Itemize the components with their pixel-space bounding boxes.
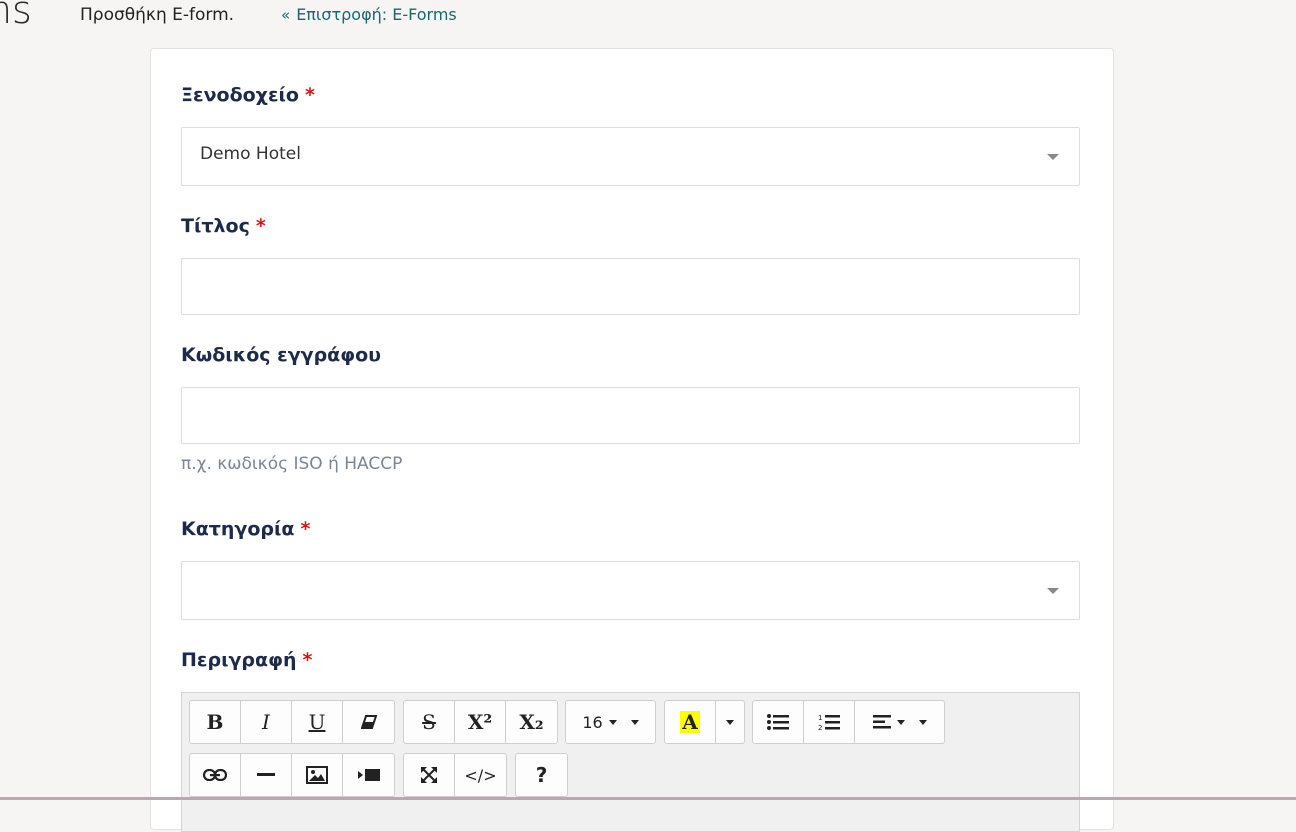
font-size-group: 16: [565, 700, 656, 744]
required-mark: *: [255, 215, 266, 237]
numbered-list-button[interactable]: 12: [804, 701, 855, 743]
title-input[interactable]: [181, 258, 1080, 315]
horizontal-rule-icon: [257, 773, 275, 776]
required-mark: *: [300, 518, 311, 540]
text-color-button[interactable]: A: [665, 701, 716, 743]
underline-button[interactable]: U: [292, 701, 343, 743]
font-size-value: 16: [582, 712, 603, 732]
svg-text:1: 1: [818, 714, 822, 722]
eraser-icon: [360, 715, 377, 729]
eraser-button[interactable]: [343, 701, 394, 743]
category-label: Κατηγορία *: [181, 518, 310, 540]
color-dropdown-button[interactable]: [716, 701, 744, 743]
bullet-list-button[interactable]: [753, 701, 804, 743]
link-icon: [203, 769, 227, 781]
page-header: rms Προσθήκη E-form. « Επιστροφή: E-Forms: [0, 0, 1296, 36]
hotel-label-text: Ξενοδοχείο: [181, 84, 299, 106]
image-icon: [306, 766, 328, 784]
back-link-label: Επιστροφή: E-Forms: [296, 5, 457, 24]
list-numbered-icon: 12: [818, 714, 840, 731]
category-select[interactable]: [181, 561, 1080, 620]
link-button[interactable]: [190, 754, 241, 796]
font-size-dropdown[interactable]: 16: [566, 701, 655, 743]
color-group: A: [664, 700, 745, 744]
view-group: </>: [403, 753, 507, 797]
style-group: B I U: [189, 700, 395, 744]
fullscreen-button[interactable]: [404, 754, 455, 796]
category-label-text: Κατηγορία: [181, 518, 295, 540]
description-label-text: Περιγραφή: [181, 649, 297, 671]
caret-icon: [726, 719, 734, 725]
strikethrough-button[interactable]: S: [404, 701, 455, 743]
align-icon: [872, 715, 891, 729]
rich-text-editor: B I U S X² X₂ 16 A 1 2 </> ?: [181, 692, 1080, 832]
caret-icon: [918, 719, 927, 725]
form-card: Ξενοδοχείο * Demo Hotel Τίτλος * Κωδικός ε…: [150, 48, 1114, 832]
superscript-button[interactable]: X²: [455, 701, 506, 743]
horizontal-rule-button[interactable]: [241, 754, 292, 796]
subscript-button[interactable]: X₂: [506, 701, 557, 743]
list-bullet-icon: [767, 714, 789, 730]
hotel-select-value: Demo Hotel: [200, 144, 301, 164]
svg-text:2: 2: [818, 724, 822, 731]
image-button[interactable]: [292, 754, 343, 796]
list-group: 12: [752, 700, 945, 744]
doc-code-help: π.χ. κωδικός ISO ή HACCP: [181, 454, 403, 474]
description-label: Περιγραφή *: [181, 649, 312, 671]
double-chevron-left-icon: «: [281, 6, 291, 24]
help-button[interactable]: ?: [516, 754, 567, 796]
doc-code-input[interactable]: [181, 387, 1080, 444]
back-link[interactable]: « Επιστροφή: E-Forms: [281, 5, 457, 24]
dropdown-caret-icon: [1047, 588, 1059, 594]
dropdown-caret-icon: [1047, 154, 1059, 160]
caret-icon: [630, 719, 639, 725]
insert-group: [189, 753, 395, 797]
title-label: Τίτλος *: [181, 215, 266, 237]
help-group: ?: [515, 753, 568, 797]
title-label-text: Τίτλος: [181, 215, 250, 237]
code-view-button[interactable]: </>: [455, 754, 506, 796]
page-subtitle: Προσθήκη E-form.: [80, 5, 235, 25]
required-mark: *: [304, 84, 315, 106]
doc-code-label: Κωδικός εγγράφου: [181, 344, 381, 366]
color-letter: A: [680, 710, 700, 734]
hotel-select[interactable]: Demo Hotel: [181, 127, 1080, 186]
caret-icon: [608, 719, 617, 725]
script-group: S X² X₂: [403, 700, 558, 744]
video-icon: [357, 769, 380, 781]
bold-button[interactable]: B: [190, 701, 241, 743]
italic-button[interactable]: I: [241, 701, 292, 743]
hotel-label: Ξενοδοχείο *: [181, 84, 315, 106]
required-mark: *: [302, 649, 313, 671]
caret-icon: [896, 719, 905, 725]
align-dropdown[interactable]: [855, 701, 944, 743]
page-title: rms: [0, 0, 32, 32]
fullscreen-icon: [421, 767, 437, 783]
video-button[interactable]: [343, 754, 394, 796]
